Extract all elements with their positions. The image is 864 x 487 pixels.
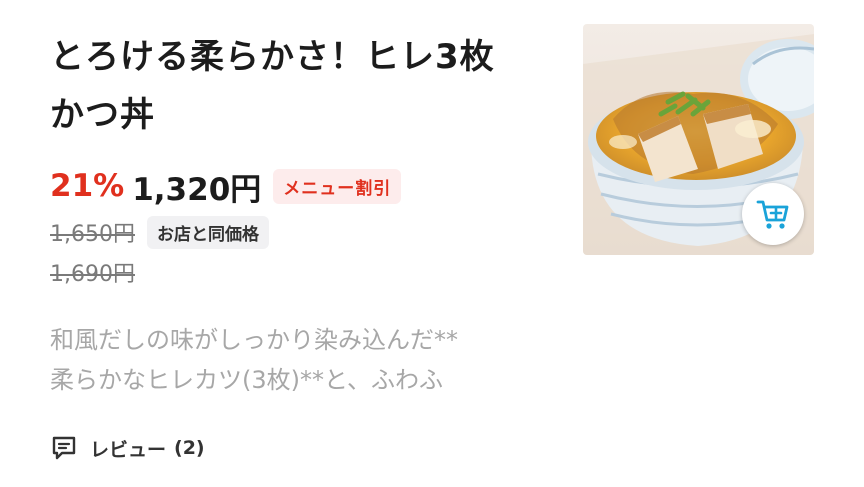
speech-bubble-icon	[52, 436, 76, 460]
product-title: とろける柔らかさ！ヒレ3枚 かつ丼	[50, 28, 550, 144]
product-title-line2: かつ丼	[50, 95, 155, 135]
product-card[interactable]: とろける柔らかさ！ヒレ3枚 かつ丼 21% 1,320円 メニュー割引 1,65…	[0, 0, 864, 487]
price-row: 21% 1,320円 メニュー割引	[50, 164, 402, 208]
review-count: (2)	[174, 437, 205, 459]
current-price: 1,320円	[132, 171, 262, 208]
description-line2: 柔らかなヒレカツ(3枚)**と、ふわふ	[50, 366, 444, 394]
add-to-cart-icon	[756, 200, 789, 229]
menu-discount-badge: メニュー割引	[273, 168, 402, 204]
review-link[interactable]: レビュー (2)	[50, 430, 205, 466]
discount-percent: 21%	[50, 168, 125, 204]
product-title-line1: とろける柔らかさ！ヒレ3枚	[50, 37, 495, 77]
add-to-cart-button[interactable]	[742, 183, 804, 245]
product-description: 和風だしの味がしっかり染み込んだ** 柔らかなヒレカツ(3枚)**と、ふわふ	[50, 320, 560, 400]
store-price: 1,690円	[50, 262, 135, 287]
original-price: 1,650円	[50, 222, 135, 247]
review-label: レビュー	[90, 438, 167, 461]
store-price-row: 1,690円	[50, 256, 135, 288]
same-as-store-badge: お店と同価格	[146, 215, 269, 249]
original-price-row: 1,650円 お店と同価格	[50, 214, 269, 250]
description-line1: 和風だしの味がしっかり染み込んだ**	[50, 326, 458, 354]
